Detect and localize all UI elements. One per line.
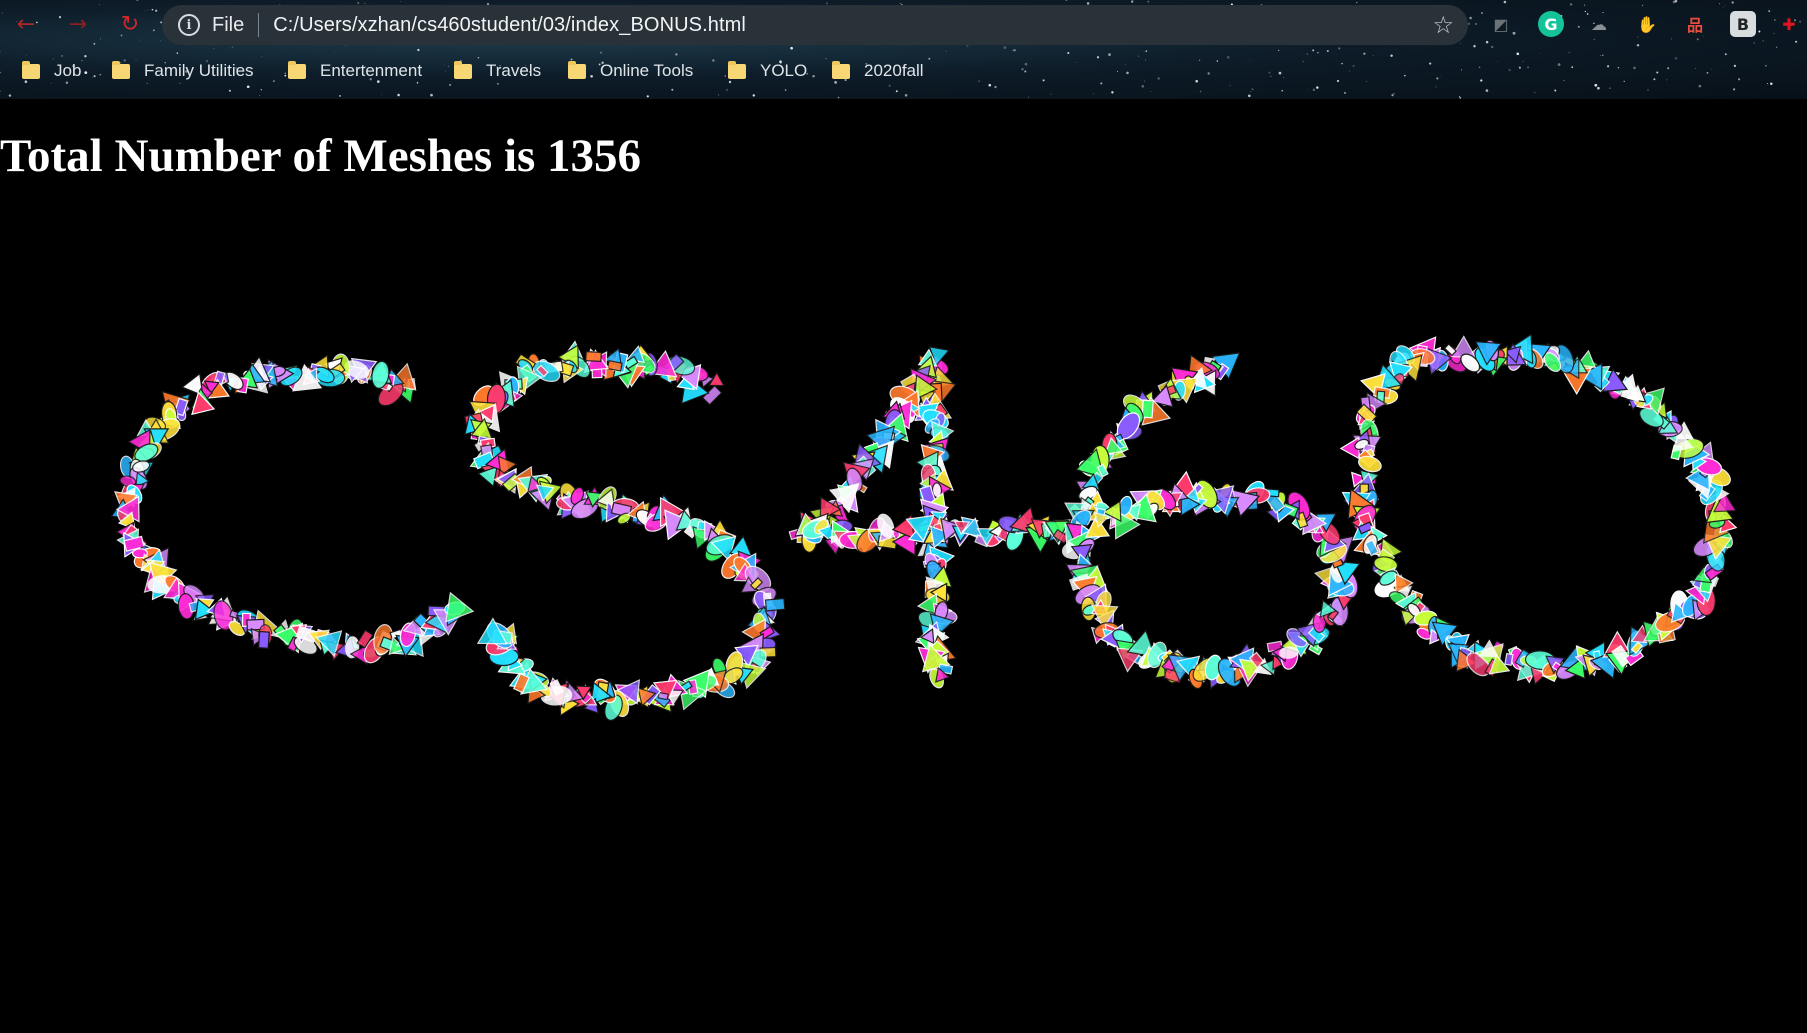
address-bar[interactable]: i File C:/Users/xzhan/cs460student/03/in… — [162, 5, 1468, 45]
mesh — [585, 351, 602, 363]
mesh — [657, 691, 669, 701]
extension-compass-icon[interactable]: ◩ — [1488, 11, 1514, 37]
mesh — [606, 360, 623, 372]
url-text[interactable]: C:/Users/xzhan/cs460student/03/index_BON… — [273, 14, 746, 37]
mesh — [257, 630, 270, 649]
mesh — [1504, 652, 1514, 666]
url-scheme-label: File — [212, 13, 245, 36]
folder-icon — [832, 60, 850, 79]
bookmark-folder[interactable]: Family Utilities — [112, 56, 254, 86]
extensions-puzzle-icon[interactable]: ✚ — [1776, 11, 1802, 37]
bookmark-label: YOLO — [760, 61, 808, 80]
mesh — [701, 384, 723, 406]
extension-sitemap-icon[interactable]: 品 — [1682, 11, 1708, 37]
folder-icon — [288, 60, 306, 79]
back-arrow-icon[interactable]: ← — [10, 8, 42, 40]
bookmark-label: Travels — [486, 61, 542, 80]
bookmark-label: Entertenment — [320, 61, 423, 80]
page-title: Total Number of Meshes is 1356 — [0, 130, 642, 182]
grammarly-icon[interactable]: G — [1538, 11, 1564, 37]
browser-chrome: ← → ↻ i File C:/Users/xzhan/cs460student… — [0, 0, 1807, 99]
bookmark-folder[interactable]: Online Tools — [568, 56, 693, 86]
folder-icon — [112, 60, 130, 79]
extension-cloud-icon[interactable]: ☁ — [1586, 11, 1612, 37]
folder-icon — [568, 60, 586, 79]
forward-arrow-icon[interactable]: → — [62, 8, 94, 40]
bookmark-star-icon[interactable]: ☆ — [1432, 11, 1454, 39]
bookmark-label: Family Utilities — [144, 61, 254, 80]
folder-icon — [454, 60, 472, 79]
mesh — [1141, 399, 1154, 419]
bookmark-folder[interactable]: Job — [22, 56, 81, 86]
mesh — [477, 465, 498, 488]
bookmark-folder[interactable]: Travels — [454, 56, 541, 86]
mesh — [764, 597, 786, 612]
site-info-icon[interactable]: i — [178, 14, 200, 36]
bookmark-label: Job — [54, 61, 82, 80]
bookmark-label: Online Tools — [600, 61, 694, 80]
bookmarks-bar: Job Family Utilities Entertenment Travels On… — [0, 56, 1000, 86]
folder-icon — [728, 60, 746, 79]
extension-b-icon[interactable]: B — [1730, 11, 1756, 37]
address-divider — [258, 13, 260, 37]
webgl-scene-canvas[interactable] — [0, 99, 1807, 1033]
folder-icon — [22, 60, 40, 79]
bookmark-label: 2020fall — [864, 61, 924, 80]
adblock-icon[interactable]: ✋ — [1634, 11, 1660, 37]
reload-icon[interactable]: ↻ — [114, 8, 146, 40]
page-content: Total Number of Meshes is 1356 — [0, 99, 1807, 1033]
bookmark-folder[interactable]: Entertenment — [288, 56, 422, 86]
bookmark-folder[interactable]: YOLO — [728, 56, 807, 86]
bookmark-folder[interactable]: 2020fall — [832, 56, 924, 86]
